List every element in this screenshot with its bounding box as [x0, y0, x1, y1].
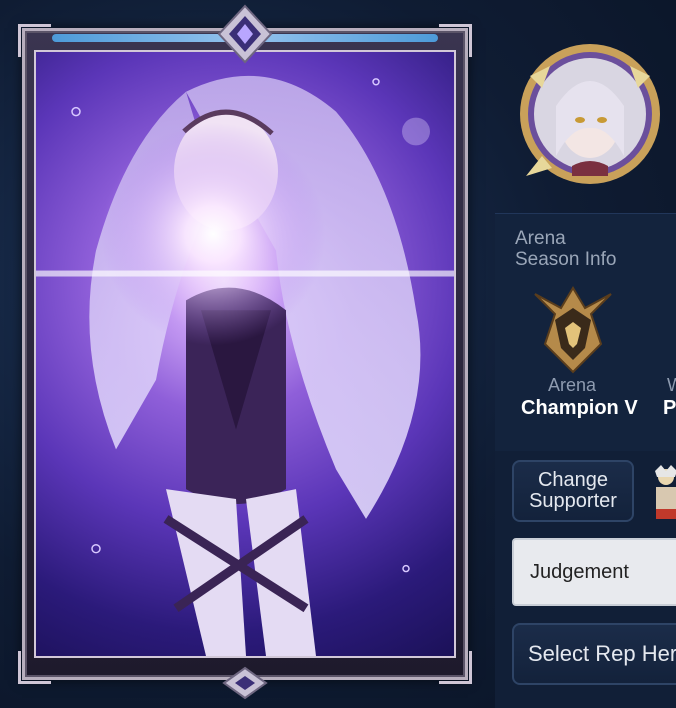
profile-avatar[interactable]: [512, 36, 668, 192]
supporter-hero-icon[interactable]: [651, 463, 676, 523]
hero-card[interactable]: [18, 4, 472, 700]
frame-corner: [18, 651, 51, 684]
supporter-controls: Change Supporter Judgement Select Rep He…: [495, 451, 676, 708]
rank-value: Champion V: [521, 397, 638, 419]
rank-label: Arena: [548, 375, 597, 395]
hero-artwork: [34, 50, 456, 658]
frame-corner: [18, 24, 51, 57]
avatar-frame-icon: [520, 44, 660, 184]
crest-gem-icon: [217, 4, 273, 64]
arena-season-panel: Arena Season Info Arena Champion V W Pl: [495, 213, 676, 451]
change-supporter-button[interactable]: Change Supporter: [512, 460, 634, 522]
rank2-value: Pl: [663, 397, 676, 419]
season-info-title: Arena Season Info: [515, 228, 617, 270]
hero-illustration: [36, 75, 454, 656]
frame-corner: [439, 651, 472, 684]
judgement-field[interactable]: Judgement: [512, 538, 676, 606]
rank2-label: W: [667, 375, 676, 395]
frame-corner: [439, 24, 472, 57]
champion-rank-icon: [534, 286, 612, 374]
select-rep-hero-button[interactable]: Select Rep Hero: [512, 623, 676, 685]
crest-bottom-icon: [222, 666, 268, 700]
